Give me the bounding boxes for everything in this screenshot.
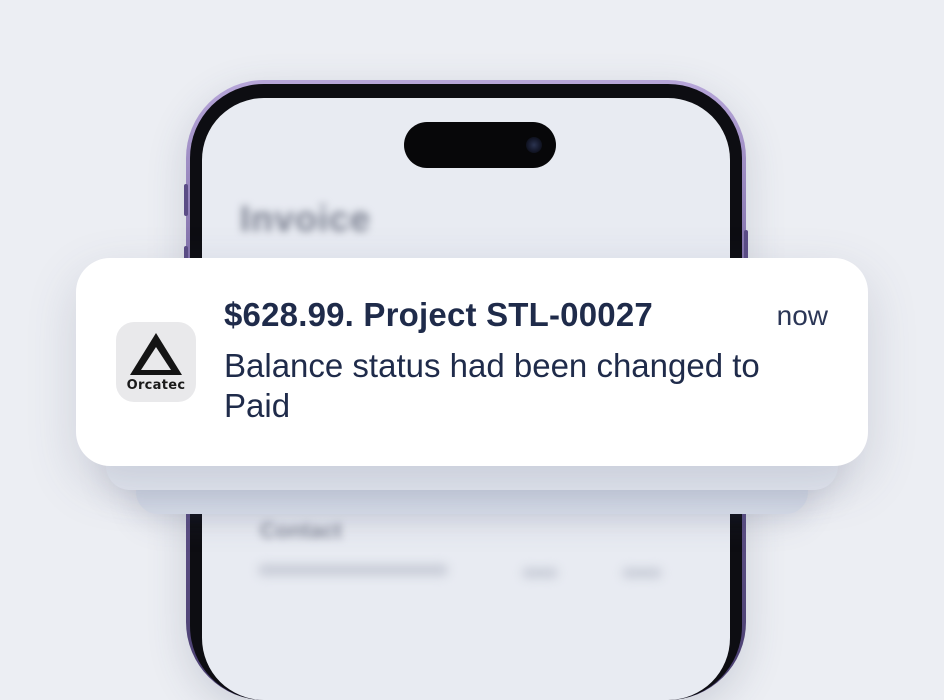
side-button <box>184 184 188 216</box>
notification-title: $628.99. Project STL-00027 <box>224 296 653 333</box>
push-notification-card[interactable]: Orcatec $628.99. Project STL-00027 now B… <box>76 258 868 466</box>
camera-icon <box>526 137 542 153</box>
blurred-background-line <box>258 564 448 576</box>
notification-body: Balance status had been changed to Paid <box>224 347 760 424</box>
app-icon-label: Orcatec <box>126 378 186 393</box>
dynamic-island <box>404 122 556 168</box>
orcatec-logo-icon <box>130 333 182 375</box>
notification-time: now <box>776 300 828 331</box>
blurred-background-line <box>522 568 558 578</box>
blurred-background-line <box>622 568 662 578</box>
blurred-background-title: Invoice <box>240 198 372 239</box>
app-icon: Orcatec <box>116 322 196 402</box>
blurred-background-heading: Contact <box>260 518 342 543</box>
